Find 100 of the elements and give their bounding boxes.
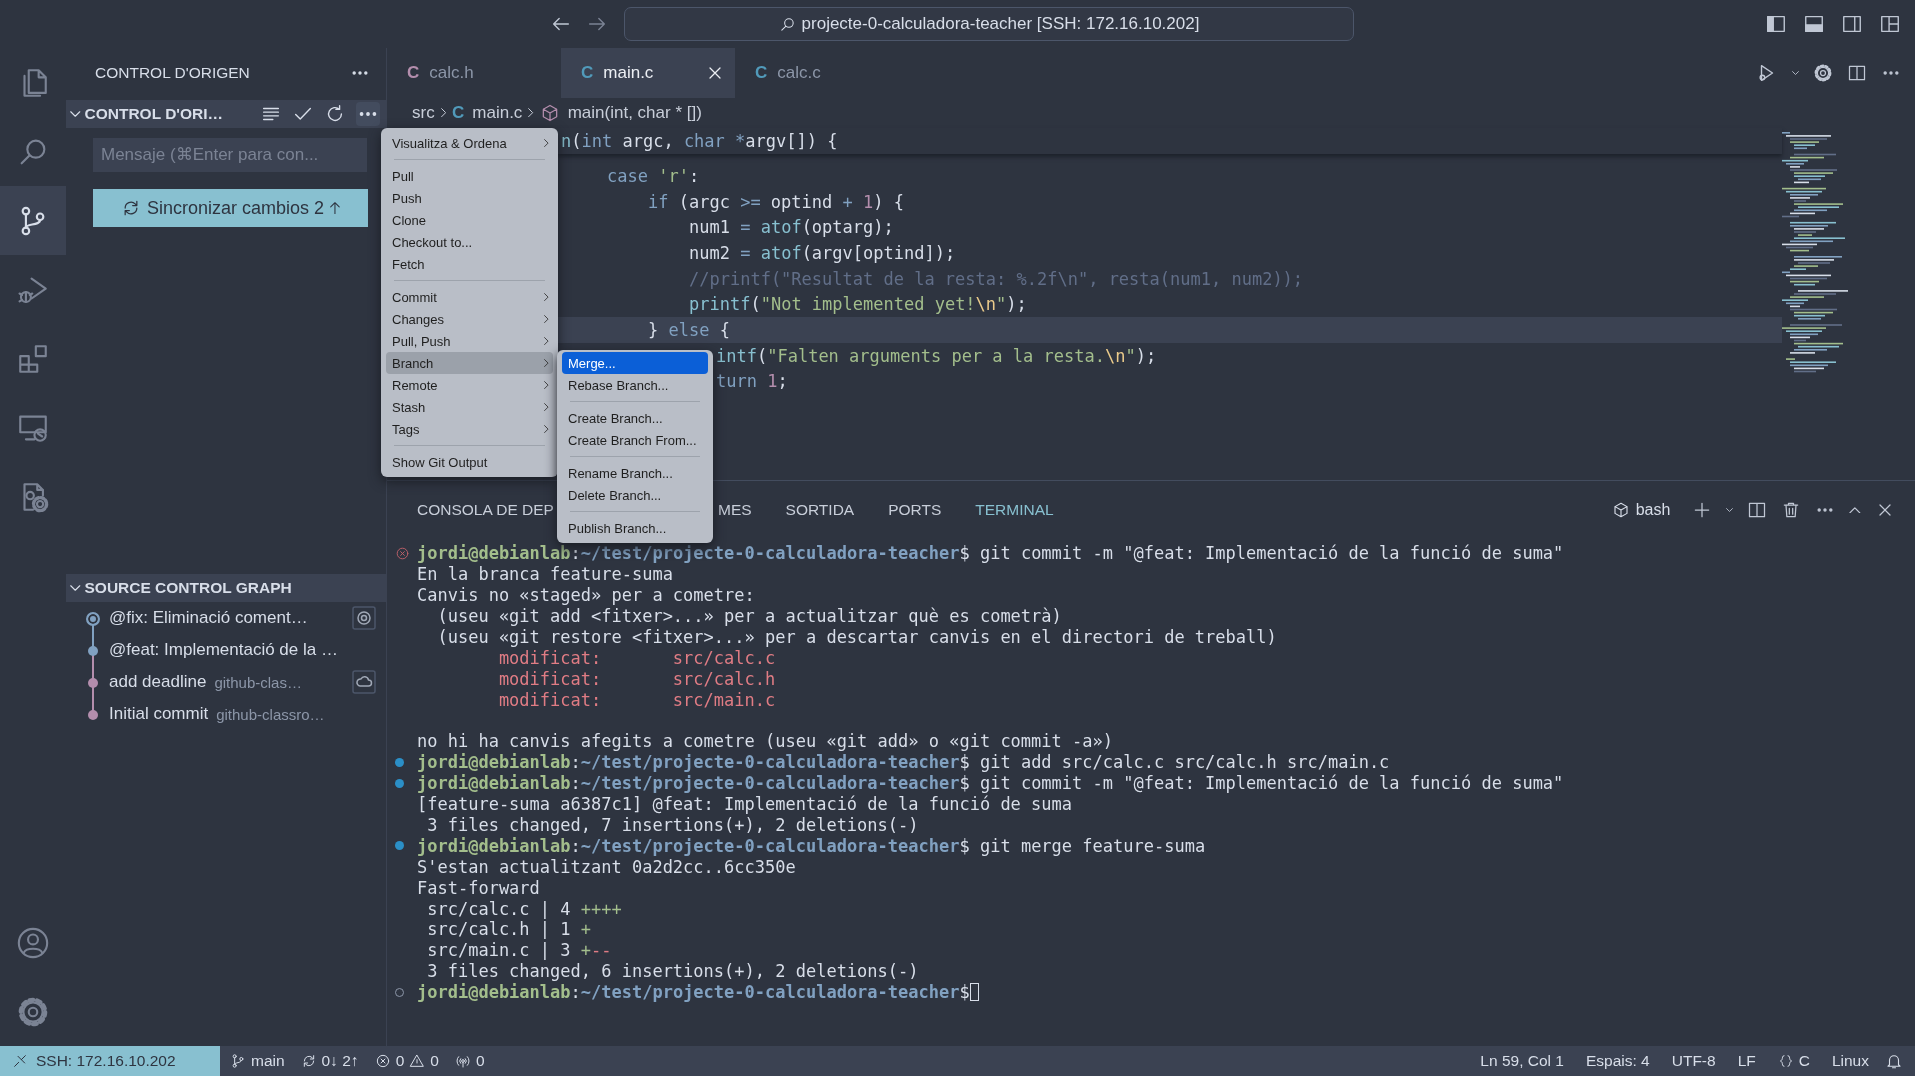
status-bar-item[interactable]: UTF-8 xyxy=(1665,1046,1722,1076)
menu-item[interactable]: Fetch xyxy=(386,253,553,275)
terminal-line: modificat: src/calc.h xyxy=(497,668,776,689)
editor-tab[interactable]: C main.c xyxy=(561,48,735,98)
menu-item[interactable]: Create Branch... xyxy=(562,407,708,429)
panel-tab[interactable]: MES xyxy=(717,501,752,519)
status-bar-item[interactable]: Espais: 4 xyxy=(1579,1046,1656,1076)
caret-icon[interactable] xyxy=(1792,70,1799,76)
code-line: turn 1; xyxy=(716,371,788,392)
menu-item[interactable]: Checkout to... xyxy=(386,231,553,253)
terminal-line: jordi@debianlab:~/test/projecte-0-calculadora-teacher$ git commit -m "@feat: Implementació de la funció de suma" xyxy=(417,773,1564,794)
account-icon xyxy=(16,925,50,960)
menu-item[interactable]: Stash xyxy=(386,396,553,418)
chevron-icon[interactable] xyxy=(70,111,81,117)
secondary-sidebar-toggle-icon[interactable] xyxy=(1841,13,1863,35)
sync-changes-button[interactable]: Sincronizar cambios 2 xyxy=(93,189,368,227)
terminal-line: 3 files changed, 7 insertions(+), 2 deletions(-) xyxy=(426,815,919,835)
terminal-line: [feature-suma a6387c1] @feat: Implementació de la funció de suma xyxy=(417,794,1073,815)
branch-icon xyxy=(230,1053,246,1069)
language-indicator[interactable]: C xyxy=(1771,1046,1816,1076)
menu-item[interactable]: Pull, Push xyxy=(386,330,553,352)
menu-item[interactable]: Changes xyxy=(386,308,553,330)
commit-message: Initial commit xyxy=(109,704,209,724)
status-bar-item[interactable]: Ln 59, Col 1 xyxy=(1474,1046,1570,1076)
commit-message: @feat: Implementació de la … xyxy=(109,640,338,660)
terminal-line: jordi@debianlab:~/test/projecte-0-calculadora-teacher$ git merge feature-suma xyxy=(417,835,1206,856)
terminal-line: S'estan actualitzant 0a2d2cc..6cc350e xyxy=(417,856,796,877)
chevron-right-icon xyxy=(544,424,549,434)
panel-tab[interactable]: CONSOLA DE DEP xyxy=(417,501,554,519)
terminal-line: modificat: src/main.c xyxy=(497,689,776,710)
target-icon[interactable] xyxy=(352,606,376,630)
split-terminal-icon[interactable] xyxy=(1747,500,1768,520)
chevron-icon[interactable] xyxy=(70,585,81,591)
chevron-right-icon xyxy=(544,358,549,368)
menu-item[interactable]: Publish Branch... xyxy=(562,517,708,539)
terminal-line: (useu «git restore <fitxer>...» per a descartar canvis en el directori de treball) xyxy=(436,627,1277,647)
braces-icon xyxy=(1777,1053,1794,1069)
panel-toggle-icon[interactable] xyxy=(1803,13,1825,35)
settings-icon[interactable] xyxy=(1813,63,1833,83)
menu-item[interactable]: Remote xyxy=(386,374,553,396)
menu-item[interactable]: Commit xyxy=(386,286,553,308)
menu-item[interactable]: Push xyxy=(386,187,553,209)
terminal-line: jordi@debianlab:~/test/projecte-0-calculadora-teacher$ git add src/calc.c src/calc.h src/main.c xyxy=(417,752,1390,773)
layout-icon[interactable] xyxy=(1879,13,1901,35)
bell-icon[interactable] xyxy=(1885,1052,1903,1070)
sidebar-toggle-icon[interactable] xyxy=(1765,13,1787,35)
menu-item[interactable]: Clone xyxy=(386,209,553,231)
menu-item[interactable]: Rebase Branch... xyxy=(562,374,708,396)
chevron-right-icon xyxy=(528,108,534,118)
menu-item[interactable]: Show Git Output xyxy=(386,451,553,473)
cube-icon xyxy=(1611,501,1630,519)
panel-tab[interactable]: SORTIDA xyxy=(785,501,855,519)
maximize-chevron-icon[interactable] xyxy=(1849,506,1861,514)
status-bar-item[interactable]: Linux xyxy=(1825,1046,1875,1076)
search-icon xyxy=(778,15,796,33)
commit-author: github-clas… xyxy=(214,673,302,691)
status-bar-item[interactable]: LF xyxy=(1731,1046,1762,1076)
breadcrumb-item[interactable]: src xyxy=(412,103,435,123)
terminal-line: En la branca feature-suma xyxy=(417,564,673,585)
caret-icon[interactable] xyxy=(1726,507,1734,513)
menu-item[interactable]: Branch xyxy=(386,352,553,374)
command-center[interactable]: projecte-0-calculadora-teacher [SSH: 172.16.10.202] xyxy=(624,7,1354,41)
chevron-right-icon xyxy=(544,314,549,324)
menu-item[interactable]: Rename Branch... xyxy=(562,462,708,484)
code-line: n(int argc, char *argv[]) { xyxy=(561,131,838,151)
code-line: printf("Not implemented yet!\n"); xyxy=(689,294,1027,315)
commit-author: github-classro… xyxy=(216,705,325,723)
editor-tab[interactable]: C calc.c xyxy=(735,48,909,98)
code-line: //printf("Resultat de la resta: %.2f\n", resta(num1, num2)); xyxy=(689,268,1304,289)
activity-bar-item[interactable] xyxy=(0,186,66,255)
menu-item[interactable]: Create Branch From... xyxy=(562,429,708,451)
remote-indicator[interactable]: SSH: 172.16.10.202 xyxy=(0,1046,220,1076)
ports-indicator[interactable]: 0 xyxy=(448,1046,491,1076)
problems-indicator[interactable]: 0 0 xyxy=(368,1046,445,1076)
panel-tab[interactable]: PORTS xyxy=(888,501,942,519)
terminal-selector[interactable]: bash xyxy=(1611,501,1671,519)
section-title: CONTROL D'ORI… xyxy=(84,105,225,123)
menu-item[interactable]: Pull xyxy=(386,165,553,187)
code-line: num1 = atof(optarg); xyxy=(689,217,894,238)
terminal-line: jordi@debianlab:~/test/projecte-0-calculadora-teacher$ xyxy=(417,982,970,1003)
breadcrumb-item[interactable]: main(int, char * []) xyxy=(539,103,702,123)
arrow-up-icon xyxy=(330,201,340,215)
chevron-right-icon xyxy=(544,292,549,302)
terminal-line: Canvis no «staged» per a cometre: xyxy=(417,585,755,606)
commit-message-field[interactable]: Mensaje (⌘Enter para con... xyxy=(93,138,367,172)
menu-item[interactable]: Visualitza & Ordena xyxy=(386,132,553,154)
split-editor-icon[interactable] xyxy=(1847,63,1867,83)
breadcrumb-item[interactable]: C main.c xyxy=(452,103,523,123)
menu-item[interactable]: Merge... xyxy=(562,352,708,374)
more-icon[interactable] xyxy=(356,102,380,126)
branch-indicator[interactable]: main xyxy=(224,1046,291,1076)
cloud-icon[interactable] xyxy=(352,670,376,694)
code-line: if (argc >= optind + 1) { xyxy=(648,191,904,212)
editor-tab[interactable]: C calc.h xyxy=(387,48,561,98)
panel-tab[interactable]: TERMINAL xyxy=(975,501,1054,519)
terminal-line: no hi ha canvis afegits a cometre (useu «git add» o «git commit -a») xyxy=(417,731,1113,752)
c-file-icon: C xyxy=(755,63,768,83)
sync-indicator[interactable]: 0↓ 2↑ xyxy=(294,1046,365,1076)
menu-item[interactable]: Tags xyxy=(386,418,553,440)
menu-item[interactable]: Delete Branch... xyxy=(562,484,708,506)
